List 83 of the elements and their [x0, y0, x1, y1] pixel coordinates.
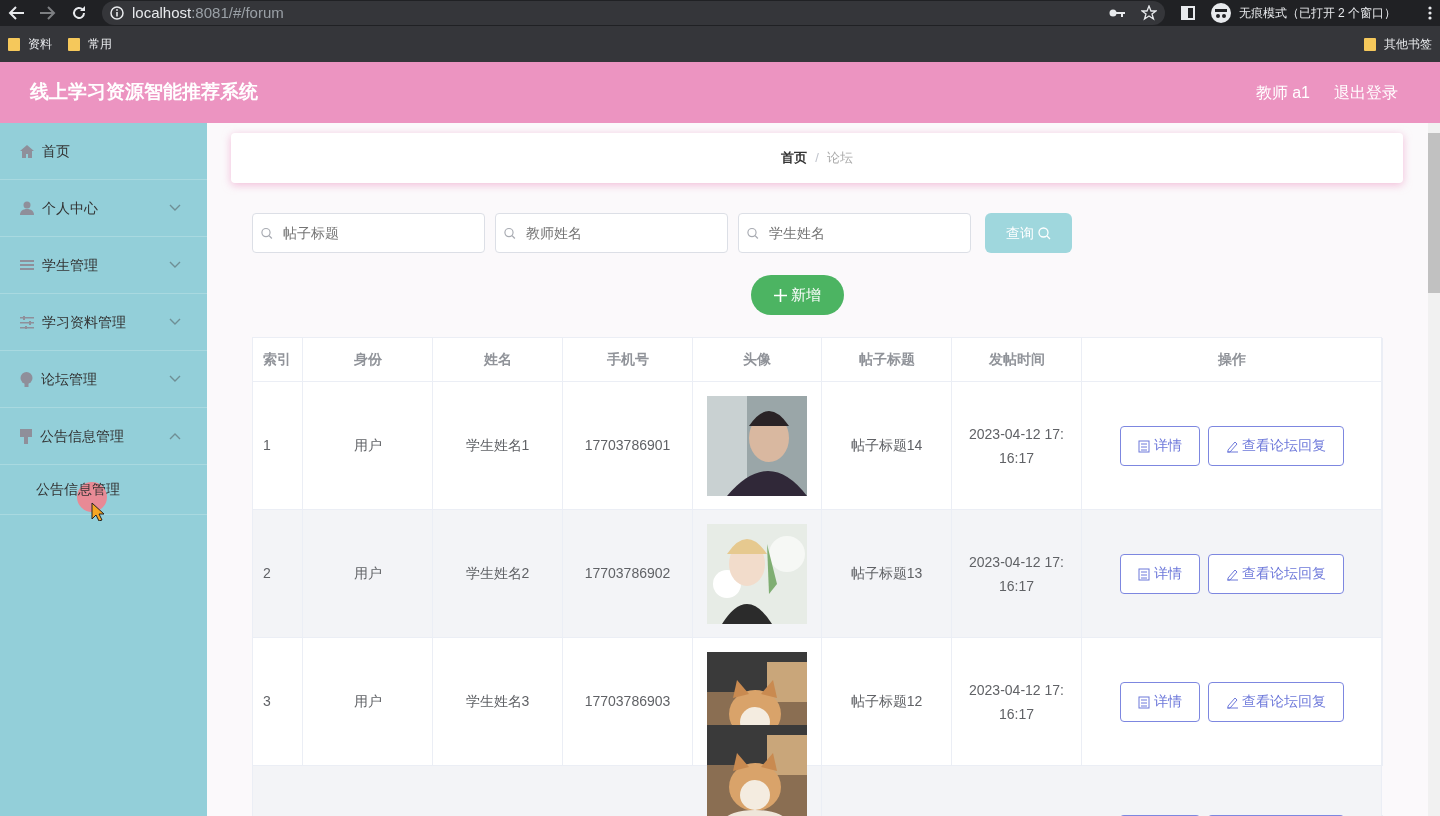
forward-icon[interactable]: [40, 6, 56, 20]
sidebar-subitem[interactable]: 公告信息管理: [36, 479, 120, 500]
bookmark[interactable]: 其他书签: [1364, 35, 1432, 53]
info-icon: [110, 6, 124, 20]
column-header: 索引: [263, 350, 291, 369]
document-icon: [1138, 439, 1151, 453]
table-cell-text: 用户: [353, 436, 382, 455]
column-header: 帖子标题: [858, 350, 915, 369]
search-icon: [747, 226, 759, 240]
detail-button[interactable]: 详情: [1120, 681, 1200, 722]
user-icon: [20, 201, 34, 215]
table-cell-text: 2023-04-12 17:16:17: [968, 424, 1065, 468]
sidebar-item[interactable]: 首页: [0, 123, 207, 180]
folder-icon: [8, 37, 20, 51]
bookmark[interactable]: 资料: [8, 35, 52, 53]
key-icon[interactable]: [1108, 8, 1125, 18]
table-cell-text: 17703786902: [584, 564, 671, 583]
table-cell-text: 17703786901: [584, 436, 671, 455]
app-title: 线上学习资源智能推荐系统: [30, 80, 258, 105]
bookmark[interactable]: 常用: [68, 35, 112, 53]
breadcrumb-separator: /: [815, 149, 819, 168]
user-label: 教师 a1: [1255, 82, 1310, 103]
sidepanel-icon[interactable]: [1180, 6, 1195, 20]
table-cell-text: 帖子标题14: [850, 436, 923, 455]
bulb-icon: [20, 371, 33, 387]
plus-icon: [773, 289, 787, 303]
pin-icon: [20, 428, 32, 444]
search-icon: [261, 226, 273, 240]
folder-icon: [68, 37, 80, 51]
search-field[interactable]: 帖子标题: [252, 213, 485, 253]
sidebar-item[interactable]: 学习资料管理: [0, 294, 207, 351]
view-replies-button[interactable]: 查看论坛回复: [1208, 681, 1344, 722]
detail-button[interactable]: 详情: [1120, 553, 1200, 594]
column-header: 姓名: [483, 350, 512, 369]
sidebar-item[interactable]: 公告信息管理: [0, 408, 207, 465]
column-header: 头像: [743, 350, 771, 369]
column-header: 身份: [353, 350, 382, 369]
table-cell-text: 用户: [353, 692, 382, 711]
table-cell-text: 帖子标题13: [850, 564, 923, 583]
search-icon: [504, 226, 516, 240]
list-icon: [20, 259, 34, 271]
url-text: localhost:8081/#/forum: [132, 2, 284, 23]
folder-icon: [1364, 37, 1376, 51]
column-header: 操作: [1218, 350, 1246, 369]
pencil-icon: [1225, 695, 1239, 709]
sliders-icon: [20, 315, 34, 329]
table-cell-text: 帖子标题12: [850, 692, 923, 711]
breadcrumb-item: 论坛: [826, 149, 853, 168]
incognito-label: 无痕模式（已打开 2 个窗口）: [1238, 5, 1396, 22]
table-cell-text: 17703786903: [584, 692, 671, 711]
reload-icon[interactable]: [72, 6, 86, 20]
table-cell-text: 学生姓名2: [465, 564, 530, 583]
menu-icon[interactable]: [1428, 6, 1432, 20]
star-icon[interactable]: [1140, 5, 1157, 21]
pencil-icon: [1225, 567, 1239, 581]
search-field[interactable]: 学生姓名: [738, 213, 971, 253]
sidebar-item[interactable]: 学生管理: [0, 237, 207, 294]
table-cell-text: 学生姓名3: [465, 692, 530, 711]
table-cell-text: 用户: [353, 564, 382, 583]
sidebar-item[interactable]: 个人中心: [0, 180, 207, 237]
incognito-icon: [1210, 3, 1231, 23]
table-cell-text: 1: [263, 436, 271, 455]
table-cell-text: 学生姓名1: [465, 436, 530, 455]
view-replies-button[interactable]: 查看论坛回复: [1208, 553, 1344, 594]
search-field[interactable]: 教师姓名: [495, 213, 728, 253]
document-icon: [1138, 695, 1151, 709]
scrollbar[interactable]: [1428, 123, 1440, 816]
table-cell-text: 2023-04-12 17:16:17: [968, 552, 1065, 596]
home-icon: [20, 144, 34, 158]
breadcrumb-item[interactable]: 首页: [781, 148, 808, 168]
back-icon[interactable]: [8, 6, 24, 20]
table-cell-text: 2023-04-12 17:16:17: [968, 680, 1065, 724]
column-header: 手机号: [606, 350, 649, 369]
column-header: 发帖时间: [988, 350, 1045, 369]
view-replies-button[interactable]: 查看论坛回复: [1208, 425, 1344, 466]
table-cell-text: 2: [263, 564, 271, 583]
sidebar-item[interactable]: 论坛管理: [0, 351, 207, 408]
pencil-icon: [1225, 439, 1239, 453]
detail-button[interactable]: 详情: [1120, 425, 1200, 466]
table-cell-text: 3: [263, 692, 271, 711]
document-icon: [1138, 567, 1151, 581]
search-icon: [1037, 227, 1051, 241]
address-bar[interactable]: localhost:8081/#/forum: [102, 1, 1165, 25]
